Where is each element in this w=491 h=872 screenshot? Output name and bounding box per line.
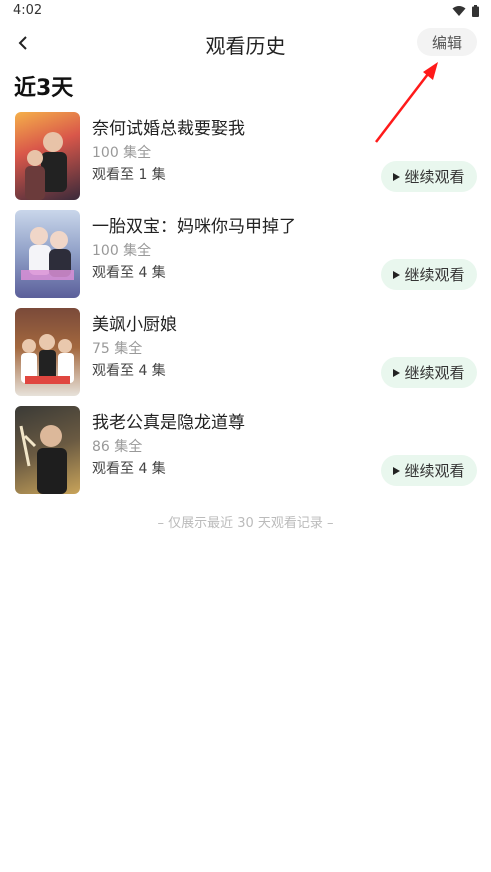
poster-art [21,227,74,280]
poster-image[interactable] [15,112,80,200]
continue-watching-button[interactable]: 继续观看 [381,455,477,486]
item-info: 一胎双宝：妈咪你马甲掉了 100 集全 观看至 4 集 [92,216,372,282]
footer-note: – 仅展示最近 30 天观看记录 – [157,516,334,531]
continue-watching-button[interactable]: 继续观看 [381,357,477,388]
status-bar: 4:02 [0,0,491,24]
item-progress: 观看至 4 集 [92,265,166,281]
continue-watching-button[interactable]: 继续观看 [381,161,477,192]
poster-art [19,425,67,494]
status-icons [452,5,479,17]
continue-label: 继续观看 [404,462,465,480]
item-title: 我老公真是隐龙道尊 [92,413,245,433]
item-title: 美飒小厨娘 [92,315,177,335]
item-progress: 观看至 4 集 [92,363,166,379]
continue-label: 继续观看 [404,266,465,284]
play-icon [393,466,401,475]
list-item[interactable]: 美飒小厨娘 75 集全 观看至 4 集 继续观看 [0,308,491,406]
header: 观看历史 编辑 [0,24,491,62]
item-episodes: 100 集全 [92,243,152,259]
poster-art [21,334,74,384]
list-item[interactable]: 我老公真是隐龙道尊 86 集全 观看至 4 集 继续观看 [0,406,491,504]
item-title: 奈何试婚总裁要娶我 [92,119,245,139]
item-title: 一胎双宝：妈咪你马甲掉了 [92,217,296,237]
edit-button[interactable]: 编辑 [417,28,477,56]
item-info: 奈何试婚总裁要娶我 100 集全 观看至 1 集 [92,118,372,184]
play-icon [393,368,401,377]
continue-watching-button[interactable]: 继续观看 [381,259,477,290]
poster-art [25,132,67,200]
poster-image[interactable] [15,210,80,298]
poster-image[interactable] [15,308,80,396]
play-icon [393,270,401,279]
list-item[interactable]: 奈何试婚总裁要娶我 100 集全 观看至 1 集 继续观看 [0,112,491,210]
status-time: 4:02 [13,3,43,18]
section-title: 近3天 [14,76,74,101]
item-episodes: 86 集全 [92,439,143,455]
item-progress: 观看至 1 集 [92,167,166,183]
continue-label: 继续观看 [404,364,465,382]
history-list: 奈何试婚总裁要娶我 100 集全 观看至 1 集 继续观看 一胎双宝：妈咪你马甲… [0,112,491,504]
battery-icon [472,5,479,17]
continue-label: 继续观看 [404,168,465,186]
item-info: 我老公真是隐龙道尊 86 集全 观看至 4 集 [92,412,372,478]
list-item[interactable]: 一胎双宝：妈咪你马甲掉了 100 集全 观看至 4 集 继续观看 [0,210,491,308]
poster-image[interactable] [15,406,80,494]
item-info: 美飒小厨娘 75 集全 观看至 4 集 [92,314,372,380]
wifi-icon [452,6,466,16]
item-episodes: 75 集全 [92,341,143,357]
item-episodes: 100 集全 [92,145,152,161]
item-progress: 观看至 4 集 [92,461,166,477]
play-icon [393,172,401,181]
